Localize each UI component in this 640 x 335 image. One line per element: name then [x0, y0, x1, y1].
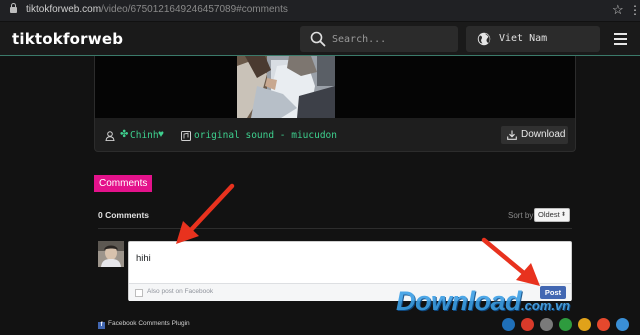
- facebook-plugin-link[interactable]: f Facebook Comments Plugin: [98, 320, 190, 329]
- watermark-dot: [559, 318, 572, 331]
- lock-icon: [10, 3, 17, 13]
- sound-name[interactable]: original sound - miucudon: [194, 130, 337, 141]
- address-url[interactable]: tiktokforweb.com/video/67501216492464570…: [26, 4, 288, 15]
- avatar: [98, 241, 124, 267]
- comments-divider: [98, 228, 572, 229]
- facebook-icon: f: [98, 322, 105, 329]
- language-label: Viet Nam: [499, 33, 548, 44]
- sort-select[interactable]: Oldest ⬍: [534, 208, 570, 222]
- browser-menu-icon[interactable]: ⋮: [629, 3, 640, 17]
- download-icon: [507, 130, 517, 140]
- download-label: Download: [521, 129, 566, 140]
- also-post-label: Also post on Facebook: [147, 288, 214, 295]
- site-header: tiktokforweb Viet Nam: [0, 22, 640, 56]
- author-name[interactable]: Chinh: [130, 130, 159, 141]
- site-logo[interactable]: tiktokforweb: [12, 30, 123, 48]
- video-meta: ✤ Chinh ♥ original sound - miucudon: [105, 129, 425, 144]
- video-player[interactable]: [95, 56, 575, 118]
- clover-icon: ✤: [120, 129, 129, 140]
- watermark-dot: [578, 318, 591, 331]
- search-box[interactable]: [300, 26, 458, 52]
- download-button[interactable]: Download: [501, 126, 568, 144]
- watermark-dot: [597, 318, 610, 331]
- watermark-dots: [502, 318, 638, 332]
- globe-icon: [477, 32, 491, 46]
- also-post-checkbox[interactable]: [135, 289, 143, 297]
- user-icon: [105, 131, 115, 141]
- heart-icon: ♥: [158, 129, 164, 140]
- watermark-dot: [502, 318, 515, 331]
- comment-count: 0 Comments: [98, 210, 150, 220]
- sort-arrows-icon: ⬍: [560, 212, 566, 218]
- comments-heading: Comments: [94, 175, 153, 192]
- video-card: ✤ Chinh ♥ original sound - miucudon Down…: [94, 56, 576, 152]
- watermark-dot: [616, 318, 629, 331]
- sort-by-label: Sort by: [508, 211, 534, 220]
- search-input[interactable]: [332, 30, 450, 48]
- watermark-dot: [540, 318, 553, 331]
- music-note-icon: [181, 131, 191, 141]
- video-frame-image: [237, 56, 335, 118]
- language-selector[interactable]: Viet Nam: [466, 26, 600, 52]
- comment-input[interactable]: hihi: [136, 253, 151, 264]
- annotation-arrow-comment: [176, 183, 235, 244]
- hamburger-menu-icon[interactable]: [606, 26, 636, 52]
- download-watermark-logo: Download.com.vn: [396, 286, 571, 316]
- watermark-dot: [521, 318, 534, 331]
- browser-address-bar: tiktokforweb.com/video/67501216492464570…: [0, 0, 640, 22]
- bookmark-star-icon[interactable]: ☆: [612, 2, 624, 18]
- search-icon: [310, 31, 326, 47]
